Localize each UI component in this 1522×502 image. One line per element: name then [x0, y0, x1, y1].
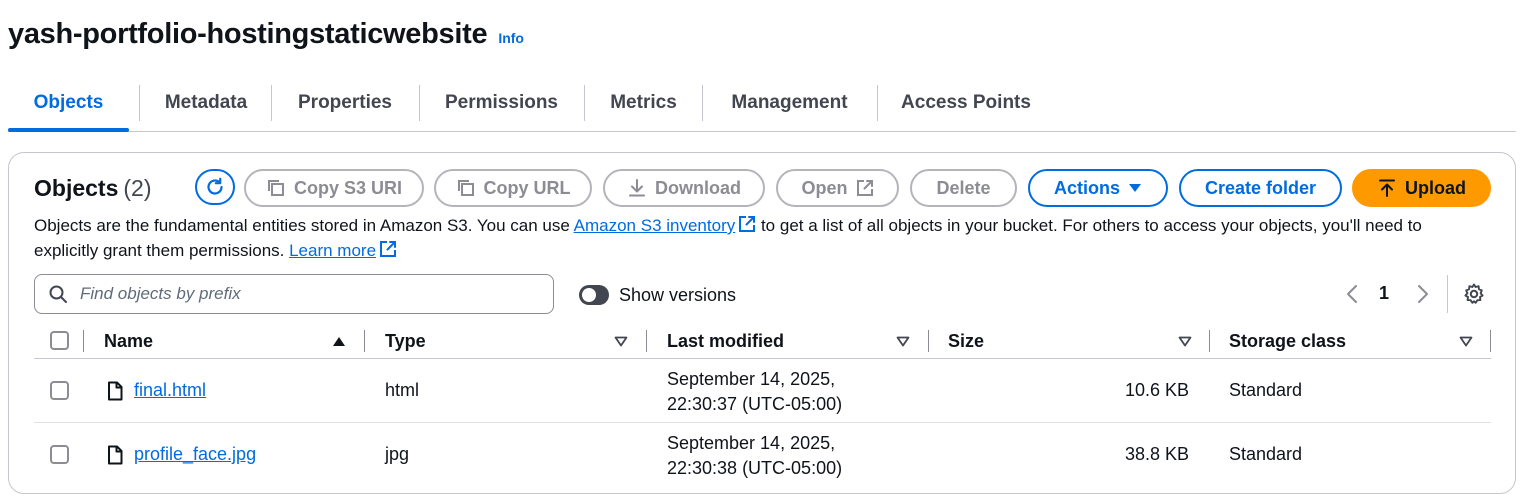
object-name-link[interactable]: profile_face.jpg: [134, 444, 256, 465]
objects-heading: Objects (2): [34, 175, 152, 202]
learn-more-label: Learn more: [289, 241, 377, 260]
delete-label: Delete: [936, 177, 991, 198]
object-type: html: [385, 380, 420, 400]
column-divider: [1490, 330, 1491, 352]
select-all-checkbox[interactable]: [50, 331, 69, 350]
objects-panel: Objects (2) Copy S3 URI Copy URL Download…: [8, 152, 1516, 494]
copy-icon: [267, 180, 284, 196]
table-header: Name Type Last modified Size Storage cla…: [34, 323, 1491, 359]
chevron-right-icon[interactable]: [1416, 283, 1430, 305]
create-folder-label: Create folder: [1204, 177, 1317, 198]
delete-button[interactable]: Delete: [910, 169, 1017, 207]
sort-icon[interactable]: [1178, 336, 1192, 347]
table-row[interactable]: profile_face.jpg jpg September 14, 2025,…: [34, 423, 1491, 487]
column-header-name[interactable]: Name: [104, 331, 153, 352]
pager-divider: [1447, 275, 1448, 313]
tab-metrics[interactable]: Metrics: [585, 76, 702, 130]
column-header-size[interactable]: Size: [948, 331, 984, 352]
tab-objects[interactable]: Objects: [8, 76, 129, 132]
tab-metadata[interactable]: Metadata: [141, 76, 271, 130]
object-name-link[interactable]: final.html: [134, 380, 206, 401]
object-last-modified: September 14, 2025, 22:30:37 (UTC-05:00): [667, 367, 842, 417]
object-modified-date: September 14, 2025,: [667, 433, 836, 453]
objects-heading-label: Objects: [34, 175, 119, 201]
objects-description: Objects are the fundamental entities sto…: [34, 213, 1484, 263]
file-icon: [108, 445, 123, 465]
copy-icon: [457, 180, 474, 196]
copy-url-label: Copy URL: [483, 177, 571, 198]
sort-icon[interactable]: [896, 336, 910, 347]
column-divider: [83, 330, 84, 352]
table-row[interactable]: final.html html September 14, 2025, 22:3…: [34, 359, 1491, 423]
chevron-left-icon[interactable]: [1345, 283, 1359, 305]
show-versions-toggle[interactable]: [579, 285, 609, 305]
object-modified-time: 22:30:37 (UTC-05:00): [667, 394, 843, 414]
gear-icon[interactable]: [1462, 282, 1486, 306]
bucket-name-title: yash-portfolio-hostingstaticwebsite: [8, 18, 488, 50]
column-header-last-modified[interactable]: Last modified: [667, 331, 784, 352]
tab-divider: [139, 85, 140, 121]
object-storage-class: Standard: [1229, 444, 1303, 464]
tab-properties[interactable]: Properties: [272, 76, 418, 130]
sort-icon[interactable]: [1459, 336, 1473, 347]
find-objects-input[interactable]: [80, 284, 520, 304]
external-link-icon: [856, 180, 873, 196]
object-type: jpg: [385, 444, 410, 464]
upload-label: Upload: [1405, 177, 1466, 198]
file-icon: [108, 381, 123, 401]
objects-count: (2): [123, 175, 152, 201]
download-button[interactable]: Download: [603, 169, 765, 207]
actions-label: Actions: [1053, 177, 1120, 198]
object-last-modified: September 14, 2025, 22:30:38 (UTC-05:00): [667, 431, 842, 481]
external-link-icon: [380, 241, 397, 257]
create-folder-button[interactable]: Create folder: [1179, 169, 1342, 207]
copy-s3-uri-button[interactable]: Copy S3 URI: [244, 169, 424, 207]
column-divider: [928, 330, 929, 352]
description-text-1: Objects are the fundamental entities sto…: [34, 216, 574, 235]
search-box: [34, 274, 554, 314]
learn-more-link[interactable]: Learn more: [289, 241, 376, 260]
search-icon: [49, 285, 67, 303]
caret-down-icon: [1129, 184, 1141, 192]
sort-icon[interactable]: [614, 336, 628, 347]
download-label: Download: [655, 177, 741, 198]
object-storage-class: Standard: [1229, 380, 1303, 400]
column-divider: [1209, 330, 1210, 352]
upload-icon: [1379, 179, 1395, 197]
column-divider: [364, 330, 365, 352]
object-modified-time: 22:30:38 (UTC-05:00): [667, 458, 843, 478]
object-size: 38.8 KB: [1124, 444, 1189, 464]
object-modified-date: September 14, 2025,: [667, 369, 836, 389]
column-divider: [646, 330, 647, 352]
page-number[interactable]: 1: [1379, 283, 1389, 304]
object-size: 10.6 KB: [1124, 380, 1189, 400]
refresh-icon: [207, 177, 223, 195]
open-button[interactable]: Open: [776, 169, 899, 207]
tab-management[interactable]: Management: [703, 76, 876, 130]
tab-access-points[interactable]: Access Points: [878, 76, 1054, 130]
show-versions-label: Show versions: [619, 285, 737, 305]
download-icon: [629, 179, 645, 197]
upload-button[interactable]: Upload: [1352, 169, 1491, 207]
column-header-storage-class[interactable]: Storage class: [1229, 331, 1346, 352]
actions-dropdown-button[interactable]: Actions: [1028, 169, 1168, 207]
column-header-type[interactable]: Type: [385, 331, 426, 352]
sort-ascending-icon[interactable]: [332, 336, 346, 347]
s3-inventory-link[interactable]: Amazon S3 inventory: [574, 216, 736, 235]
bucket-header: yash-portfolio-hostingstaticwebsite Info: [8, 18, 524, 51]
refresh-button[interactable]: [195, 169, 235, 205]
info-link[interactable]: Info: [498, 30, 524, 46]
s3-inventory-link-label: Amazon S3 inventory: [573, 216, 736, 235]
row-checkbox[interactable]: [50, 381, 69, 400]
objects-table: Name Type Last modified Size Storage cla…: [34, 323, 1491, 487]
copy-s3-uri-label: Copy S3 URI: [293, 177, 403, 198]
row-checkbox[interactable]: [50, 445, 69, 464]
copy-url-button[interactable]: Copy URL: [434, 169, 592, 207]
open-label: Open: [801, 177, 848, 198]
bucket-tabs: Objects Metadata Properties Permissions …: [8, 76, 1516, 132]
external-link-icon: [739, 216, 756, 232]
tab-permissions[interactable]: Permissions: [420, 76, 583, 130]
